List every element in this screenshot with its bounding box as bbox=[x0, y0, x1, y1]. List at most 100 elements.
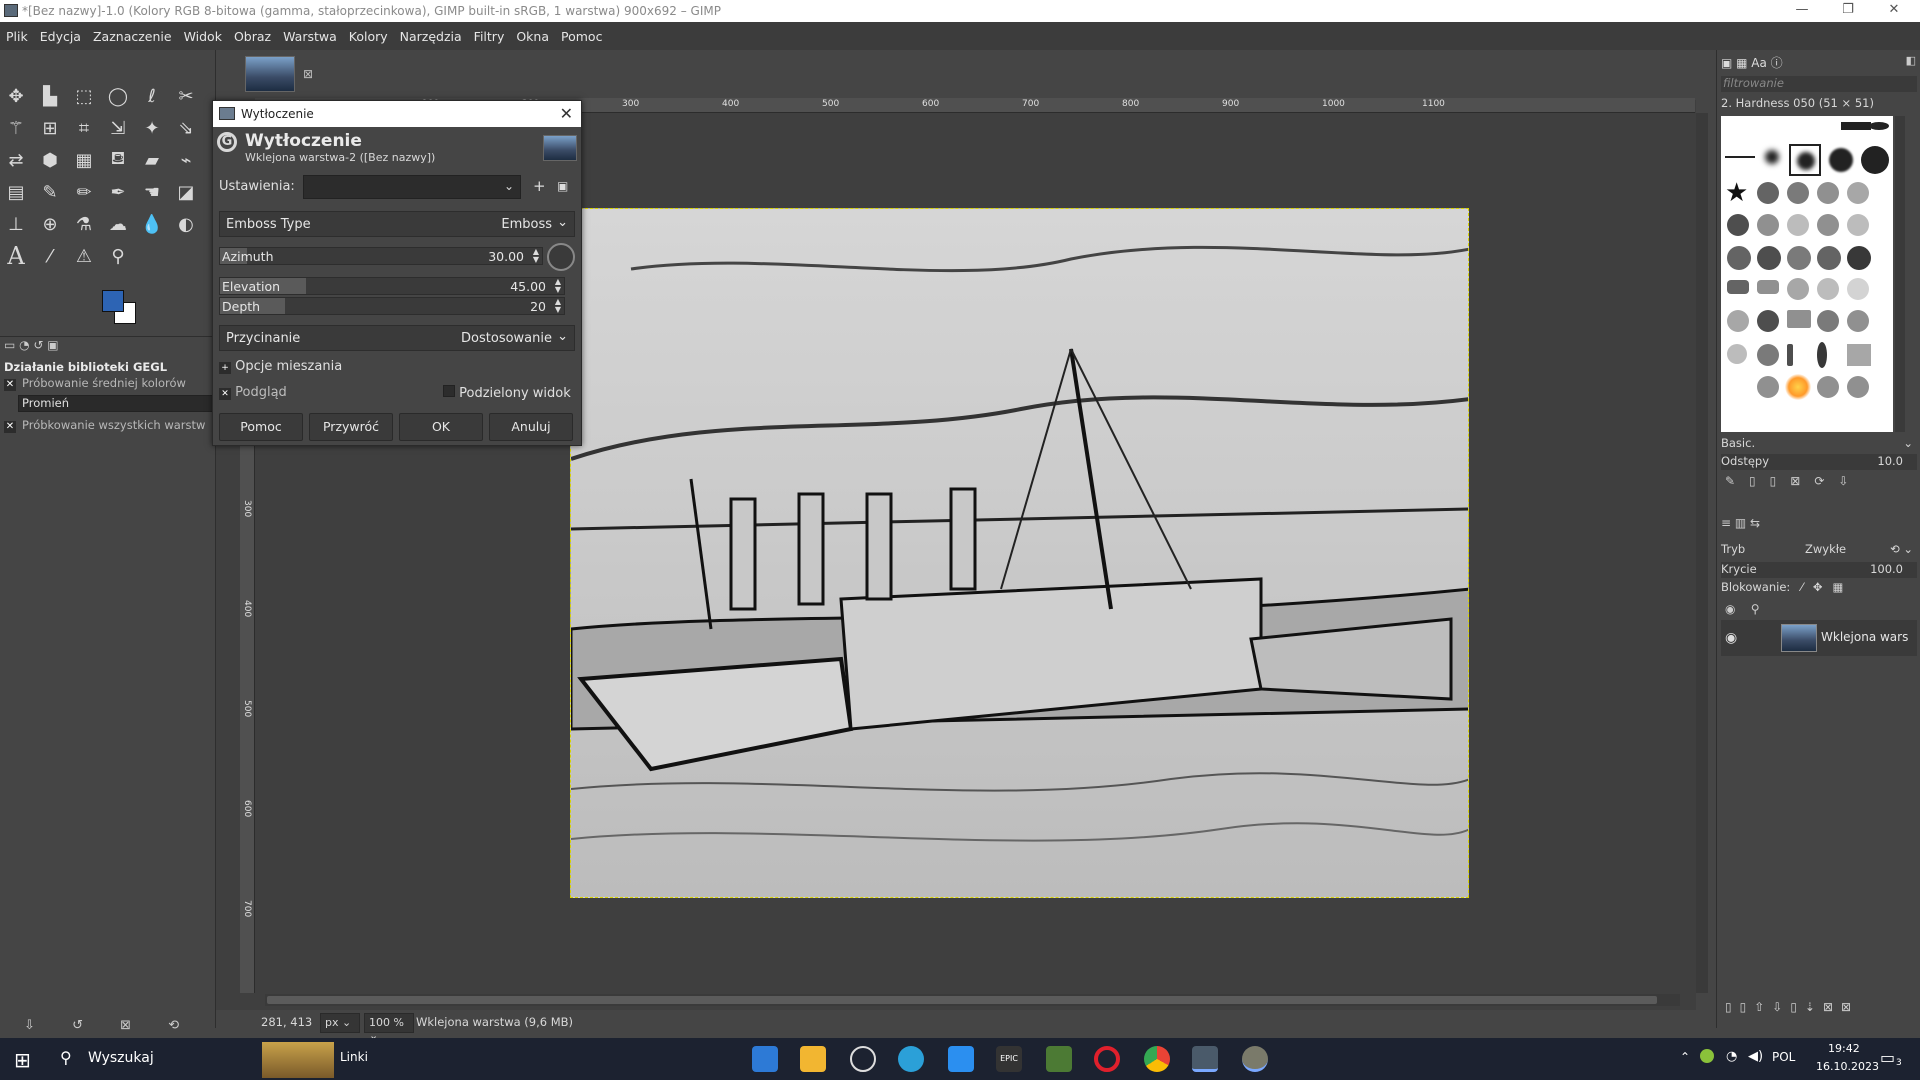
tray-chevron-icon[interactable]: ⌃ bbox=[1680, 1050, 1690, 1064]
dock-tabs[interactable]: ▭ ◔ ↺ ▣ bbox=[4, 338, 59, 352]
reset-button[interactable]: Przywróć bbox=[309, 413, 393, 441]
scroll-thumb[interactable] bbox=[267, 996, 1657, 1004]
menu-zaznaczenie[interactable]: Zaznaczenie bbox=[87, 22, 178, 51]
brush-item[interactable] bbox=[1847, 278, 1869, 300]
ok-button[interactable]: OK bbox=[399, 413, 483, 441]
heal-icon[interactable]: ⊕ bbox=[36, 210, 64, 238]
menu-pomoc[interactable]: Pomoc bbox=[555, 22, 608, 51]
scissors-icon[interactable]: ✂ bbox=[172, 82, 200, 110]
brush-item[interactable] bbox=[1757, 310, 1779, 332]
foreground-color-swatch[interactable] bbox=[102, 290, 124, 312]
brush-item[interactable] bbox=[1757, 246, 1781, 270]
restore-button[interactable]: ❐ bbox=[1828, 2, 1868, 17]
clock-date[interactable]: 16.10.2023 bbox=[1816, 1060, 1879, 1073]
gimp-image-icon[interactable] bbox=[1192, 1046, 1218, 1072]
warp-icon[interactable]: ✦ bbox=[138, 114, 166, 142]
mail-icon[interactable] bbox=[752, 1046, 778, 1072]
rect-select-icon[interactable]: ⬚ bbox=[70, 82, 98, 110]
dock-menu-icon[interactable]: ◧ bbox=[1906, 54, 1916, 67]
brush-item[interactable] bbox=[1847, 310, 1869, 332]
split-view-checkbox[interactable]: Podzielony widok bbox=[443, 385, 571, 401]
bucket-icon[interactable]: ⛾ bbox=[104, 146, 132, 174]
emboss-type-combo[interactable]: Emboss Type Emboss ⌄ bbox=[219, 211, 575, 237]
settings-combo[interactable]: ⌄ bbox=[303, 175, 521, 199]
color-picker-icon[interactable]: ⁄ bbox=[36, 242, 64, 270]
brush-grid-scrollbar[interactable] bbox=[1895, 116, 1905, 432]
brush-item[interactable] bbox=[1727, 310, 1749, 332]
brush-item[interactable] bbox=[1727, 280, 1749, 294]
menu-kolory[interactable]: Kolory bbox=[343, 22, 394, 51]
wifi-icon[interactable]: ◔ bbox=[1726, 1049, 1737, 1064]
shear-icon[interactable]: ⇘ bbox=[172, 114, 200, 142]
layer-actions[interactable]: ▯▯⇧⇩▯⇣⊠⊠ bbox=[1725, 1000, 1859, 1014]
spacing-slider[interactable]: Odstępy 10.0 bbox=[1721, 454, 1917, 470]
brush-item[interactable] bbox=[1727, 246, 1751, 270]
lasso-icon[interactable]: ℓ bbox=[138, 82, 166, 110]
zoom-select[interactable]: 100 % ⌄ bbox=[364, 1013, 414, 1042]
transform-icon[interactable]: ⇲ bbox=[104, 114, 132, 142]
minecraft-icon[interactable] bbox=[1046, 1046, 1072, 1072]
pencil-icon[interactable]: ✏ bbox=[70, 178, 98, 206]
eraser-icon[interactable]: ⚗ bbox=[70, 210, 98, 238]
preset-menu-icon[interactable]: ▣ bbox=[557, 179, 568, 193]
text-tool-icon[interactable]: A bbox=[2, 242, 30, 270]
brush-item[interactable] bbox=[1757, 280, 1779, 294]
epic-games-icon[interactable]: EPIC bbox=[996, 1046, 1022, 1072]
edge-icon[interactable] bbox=[898, 1046, 924, 1072]
spin-arrows-icon[interactable]: ▲ ▼ bbox=[533, 248, 539, 264]
add-preset-icon[interactable]: + bbox=[533, 177, 546, 195]
brush-item[interactable] bbox=[1817, 278, 1839, 300]
paths-icon[interactable]: ⌁ bbox=[172, 146, 200, 174]
brush-dock-tabs[interactable]: ▣ ▦ Aa ⓘ bbox=[1721, 54, 1783, 71]
mypaint-icon[interactable]: ◪ bbox=[172, 178, 200, 206]
smudge-hand-icon[interactable]: ☚ bbox=[138, 178, 166, 206]
blur-icon[interactable]: 💧 bbox=[138, 210, 166, 238]
menu-filtry[interactable]: Filtry bbox=[468, 22, 511, 51]
perspective-icon[interactable]: ⬢ bbox=[36, 146, 64, 174]
links-toolbar[interactable]: Linki bbox=[340, 1050, 368, 1064]
unit-select[interactable]: px ⌄ bbox=[320, 1013, 360, 1033]
visibility-eye-icon[interactable]: ◉ bbox=[1725, 630, 1737, 646]
brush-item[interactable] bbox=[1841, 122, 1871, 130]
brush-set-select[interactable]: Basic. ⌄ bbox=[1721, 436, 1917, 452]
brush-item[interactable] bbox=[1829, 148, 1853, 172]
taskbar-search[interactable]: Wyszukaj bbox=[88, 1050, 154, 1066]
brush-item[interactable] bbox=[1787, 310, 1811, 328]
brush-item[interactable] bbox=[1757, 214, 1779, 236]
brush-item[interactable] bbox=[1861, 146, 1889, 174]
search-icon[interactable]: ⚲ bbox=[60, 1048, 72, 1067]
depth-slider[interactable]: Depth 20 ▲ ▼ bbox=[219, 297, 565, 315]
brush-item[interactable] bbox=[1787, 278, 1809, 300]
spin-arrows-icon[interactable]: ▲ ▼ bbox=[555, 278, 561, 294]
gimp-icon[interactable] bbox=[1242, 1046, 1268, 1072]
brush-actions[interactable]: ✎▯▯⊠⟳⇩ bbox=[1725, 474, 1862, 488]
menu-okna[interactable]: Okna bbox=[510, 22, 555, 51]
zoom-icon[interactable]: ⚲ bbox=[104, 242, 132, 270]
blend-options-expander[interactable]: + Opcje mieszania bbox=[219, 359, 342, 374]
dialog-close-button[interactable]: ✕ bbox=[560, 104, 573, 123]
brush-item[interactable] bbox=[1817, 376, 1839, 398]
brush-grid[interactable]: ★ bbox=[1721, 116, 1893, 432]
brush-item[interactable] bbox=[1817, 182, 1839, 204]
sample-merged-option[interactable]: ✕ Próbkowanie wszystkich warstw bbox=[4, 418, 205, 433]
align-tool-icon[interactable]: ▙ bbox=[36, 82, 64, 110]
close-button[interactable]: ✕ bbox=[1874, 2, 1914, 17]
brush-item[interactable] bbox=[1765, 150, 1779, 164]
brush-item[interactable] bbox=[1847, 214, 1869, 236]
embossed-image[interactable] bbox=[570, 208, 1469, 898]
select-by-color-icon[interactable]: ⊞ bbox=[36, 114, 64, 142]
chrome-icon[interactable] bbox=[1144, 1046, 1170, 1072]
orange-brush-item[interactable] bbox=[1785, 374, 1811, 400]
star-brush-icon[interactable]: ★ bbox=[1725, 178, 1748, 208]
measure-icon[interactable]: ⚠ bbox=[70, 242, 98, 270]
brush-item[interactable] bbox=[1757, 376, 1779, 398]
brush-item[interactable] bbox=[1787, 344, 1793, 366]
clipping-combo[interactable]: Przycinanie Dostosowanie ⌄ bbox=[219, 325, 575, 351]
brush-item[interactable] bbox=[1869, 122, 1889, 130]
opacity-slider[interactable]: Krycie 100.0 bbox=[1721, 562, 1917, 578]
smudge-icon[interactable]: ☁ bbox=[104, 210, 132, 238]
airbrush-icon[interactable]: ✒ bbox=[104, 178, 132, 206]
brush-item[interactable] bbox=[1787, 182, 1809, 204]
flip-icon[interactable]: ⇄ bbox=[2, 146, 30, 174]
cancel-button[interactable]: Anuluj bbox=[489, 413, 573, 441]
